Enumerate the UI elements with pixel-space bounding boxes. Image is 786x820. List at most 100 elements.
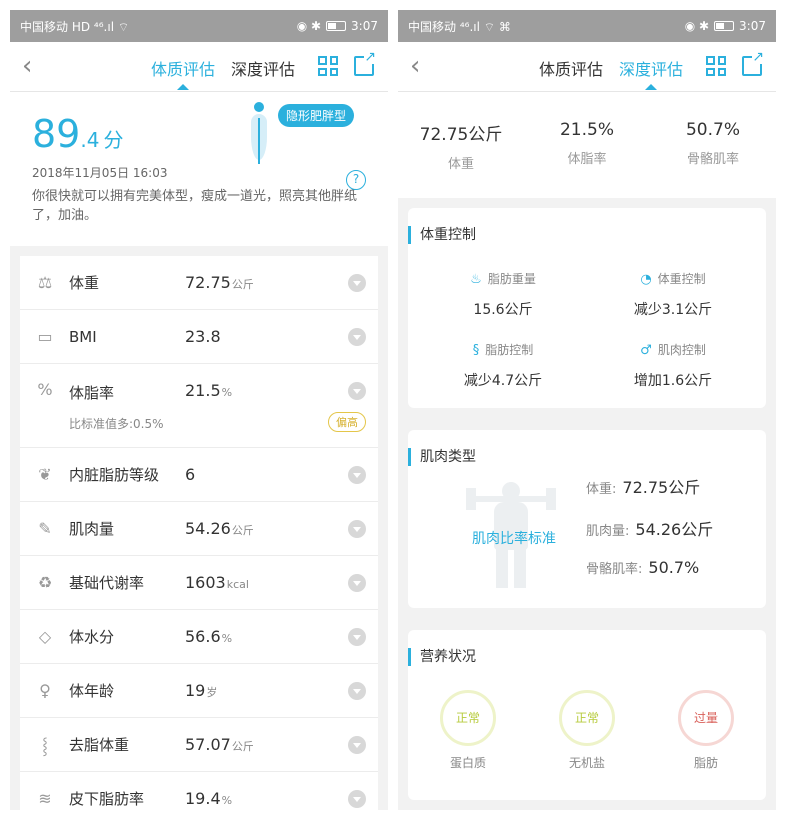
tab-physique[interactable]: 体质评估 (151, 56, 215, 90)
share-icon[interactable] (354, 50, 377, 76)
metric-icon: ❦ (38, 465, 52, 484)
fat-control: § 脂肪控制 减少4.7公斤 (418, 341, 588, 390)
metric-value: 72.75公斤 (185, 273, 254, 292)
carrier: 中国移动 HD ⁴⁶.ıl ⌔ (20, 18, 129, 35)
metric-value: 56.6% (185, 627, 232, 646)
metric-number: 23.8 (185, 327, 221, 346)
score-unit: 分 (103, 128, 124, 152)
metrics-list: ⚖ 体重 72.75公斤 ▭ BMI 23.8% 体脂率 21.5% 比标准值多:0.5% 偏高 ❦… (10, 246, 388, 810)
metric-value: 57.07公斤 (185, 735, 254, 754)
chevron-down-icon[interactable] (348, 382, 366, 400)
metric-unit: 岁 (206, 686, 218, 699)
stat-value: 50.7% (685, 120, 740, 140)
signal-icon: ⁴⁶.ıl ⌔ ⌘ (459, 19, 511, 34)
carrier-text: 中国移动 (20, 19, 69, 34)
chevron-down-icon[interactable] (348, 273, 366, 292)
metric-value: 21.5% (185, 381, 232, 400)
nutrition-status-fat: 过量 (678, 690, 734, 746)
nutrition-status-protein: 正常 (440, 690, 496, 746)
metric-icon: ▭ (37, 327, 53, 346)
qr-code-icon[interactable] (706, 56, 726, 76)
fat-control-icon: § (472, 343, 480, 358)
metric-row[interactable]: ⸾ 去脂体重 57.07公斤 (20, 718, 378, 772)
weight-control-card: 体重控制 ♨ 脂肪重量 15.6公斤 ◔ 体重控制 减少3.1公斤 § 脂肪控制 减少… (408, 208, 766, 408)
nutrition-card: 营养状况 正常 蛋白质 正常 无机盐 过量 脂肪 (408, 630, 766, 800)
tab-deep[interactable]: 深度评估 (619, 56, 683, 90)
metric-name: 体水分 (69, 628, 115, 646)
metric-unit: % (221, 632, 233, 645)
chevron-down-icon[interactable] (348, 789, 366, 808)
nutrition-label: 无机盐 (568, 756, 605, 770)
metric-number: 6 (185, 465, 196, 484)
clock: 3:07 (351, 19, 378, 33)
wc-label: 体重控制 (657, 272, 706, 286)
metric-icon: ✎ (38, 519, 52, 538)
metric-number: 56.6 (185, 627, 221, 646)
metric-row[interactable]: ⚖ 体重 72.75公斤 (20, 256, 378, 310)
metric-name: 肌肉量 (69, 520, 115, 538)
metric-name: 体重 (69, 274, 100, 292)
metric-name: 体年龄 (69, 682, 115, 700)
metric-unit: 公斤 (231, 278, 254, 291)
line-value: 50.7% (648, 558, 700, 577)
line-label: 体重: (586, 482, 617, 497)
metric-row[interactable]: ♻ 基础代谢率 1603kcal (20, 556, 378, 610)
wc-label: 脂肪控制 (485, 343, 534, 357)
tab-deep[interactable]: 深度评估 (231, 56, 295, 90)
metric-name: 体脂率 (69, 384, 115, 402)
stat-label: 骨骼肌率 (686, 152, 739, 167)
line-value: 54.26公斤 (635, 520, 714, 539)
share-icon[interactable] (742, 50, 765, 76)
measure-datetime: 2018年11月05日 16:03 (32, 166, 168, 180)
metric-number: 54.26 (185, 519, 231, 538)
wc-value: 15.6公斤 (473, 302, 533, 318)
metric-name: 基础代谢率 (69, 574, 145, 592)
chevron-down-icon[interactable] (348, 735, 366, 754)
muscle-arm-icon: ♂ (640, 343, 652, 358)
card-title: 体重控制 (408, 226, 476, 244)
muscle-line-skeletal: 骨骼肌率: 50.7% (586, 558, 699, 577)
qr-code-icon[interactable] (318, 56, 338, 76)
chevron-down-icon[interactable] (348, 327, 366, 346)
nutrition-label: 蛋白质 (449, 756, 486, 770)
metric-value: 23.8 (185, 327, 222, 346)
metric-row[interactable]: ◇ 体水分 56.6% (20, 610, 378, 664)
metric-row[interactable]: ▭ BMI 23.8 (20, 310, 378, 364)
score-integer: 89 (32, 112, 81, 156)
muscle-line-weight: 体重: 72.75公斤 (586, 474, 700, 498)
stat-value: 72.75公斤 (419, 125, 503, 145)
metric-number: 1603 (185, 573, 226, 592)
help-icon[interactable]: ? (346, 170, 366, 190)
body-type-badge: 隐形肥胖型 (278, 104, 355, 127)
metric-name: 内脏脂肪等级 (69, 466, 160, 484)
metric-row[interactable]: ✎ 肌肉量 54.26公斤 (20, 502, 378, 556)
stat-body-fat: 21.5% 体脂率 (525, 120, 650, 198)
metric-icon: % (37, 380, 53, 399)
metric-row[interactable]: % 体脂率 21.5% 比标准值多:0.5% 偏高 (20, 364, 378, 448)
metric-unit: kcal (226, 578, 249, 591)
chevron-down-icon[interactable] (348, 573, 366, 592)
chevron-down-icon[interactable] (348, 519, 366, 538)
card-title: 肌肉类型 (408, 448, 476, 466)
fat-drop-icon: ♨ (470, 272, 482, 287)
wc-label: 肌肉控制 (657, 343, 706, 357)
nutrition-label: 脂肪 (693, 756, 718, 770)
clock: 3:07 (739, 19, 766, 33)
battery-icon (714, 21, 735, 31)
nav-actions (706, 50, 765, 76)
muscle-ratio-status: 肌肉比率标准 (472, 531, 556, 547)
metric-row[interactable]: ♀ 体年龄 19岁 (20, 664, 378, 718)
chevron-down-icon[interactable] (348, 465, 366, 484)
metric-number: 21.5 (185, 381, 221, 400)
tab-physique[interactable]: 体质评估 (539, 56, 603, 90)
chevron-down-icon[interactable] (348, 627, 366, 646)
chevron-down-icon[interactable] (348, 681, 366, 700)
metric-number: 19 (185, 681, 206, 700)
metric-icon: ⚖ (37, 273, 53, 292)
metric-row[interactable]: ≋ 皮下脂肪率 19.4% (20, 772, 378, 810)
muscle-type-card: 肌肉类型 肌肉比率标准 体重: 72.75公斤 肌肉量: 54.26公斤 骨骼肌率:… (408, 430, 766, 608)
nutrition-status-minerals: 正常 (559, 690, 615, 746)
metric-row[interactable]: ❦ 内脏脂肪等级 6 (20, 448, 378, 502)
muscle-control: ♂ 肌肉控制 增加1.6公斤 (588, 341, 758, 390)
status-icons: ◉ ✱ 3:07 (297, 19, 378, 33)
